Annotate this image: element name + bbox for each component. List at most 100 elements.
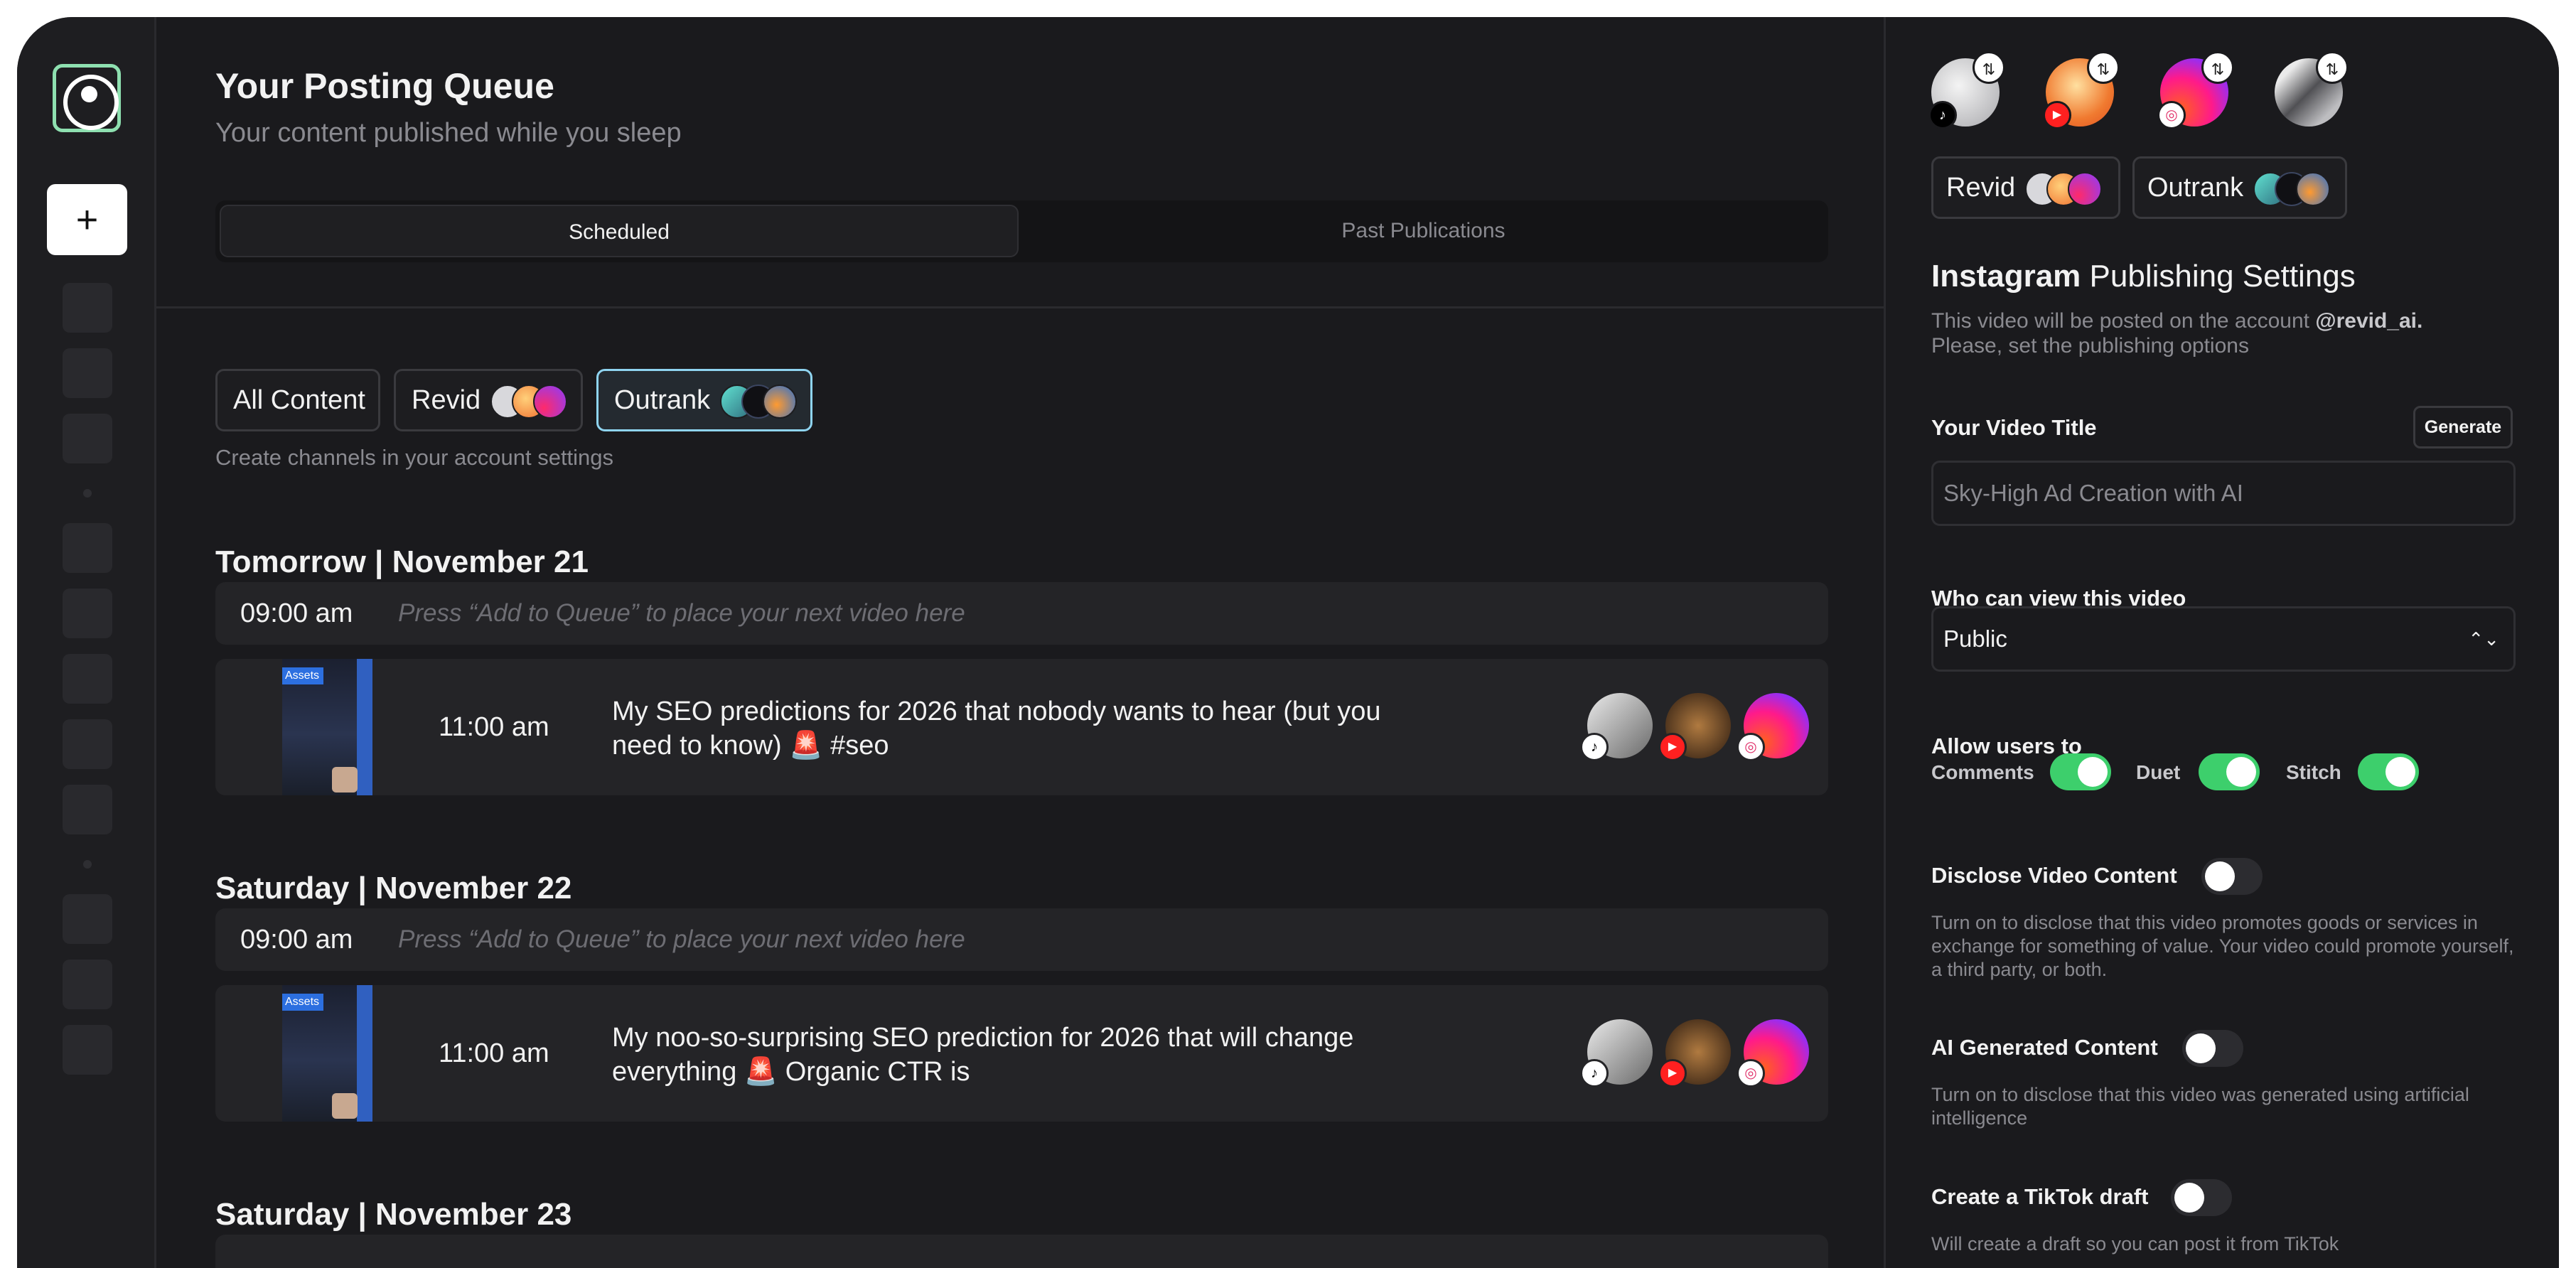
scheduled-post[interactable]: Assets 11:00 am My noo-so-surprising SEO… <box>215 985 1828 1122</box>
generate-button[interactable]: Generate <box>2413 406 2513 448</box>
desc-suffix: Please, set the publishing options <box>1931 334 2249 358</box>
video-thumbnail[interactable]: Assets <box>282 985 372 1122</box>
slot-time: 09:00 am <box>240 598 353 628</box>
thumbnail-tag: Assets <box>282 994 323 1011</box>
day-heading: Saturday | November 23 <box>215 1197 572 1232</box>
sidebar-item[interactable] <box>63 1025 112 1075</box>
post-time: 11:00 am <box>439 1038 549 1068</box>
app-window: + Your Posting Queue Your content publis… <box>17 17 2559 1268</box>
comments-toggle[interactable] <box>2050 753 2111 790</box>
filter-all-content[interactable]: All Content <box>215 369 380 431</box>
sidebar-item[interactable] <box>63 523 112 573</box>
account-handle: @revid_ai. <box>2315 309 2423 333</box>
disclose-description: Turn on to disclose that this video prom… <box>1931 912 2514 980</box>
slot-hint: Press “Add to Queue” to place your next … <box>398 599 965 627</box>
swap-account-icon[interactable]: ⇅ <box>2087 51 2120 84</box>
channel-revid[interactable]: Revid <box>1931 156 2120 219</box>
settings-heading: Instagram Publishing Settings <box>1931 259 2356 294</box>
heading-rest: Publishing Settings <box>2089 259 2356 294</box>
sidebar-item[interactable] <box>63 283 112 333</box>
channels-hint: Create channels in your account settings <box>215 445 614 470</box>
youtube-icon: ▶ <box>1658 1059 1687 1087</box>
tiktok-icon: ♪ <box>1928 101 1957 129</box>
swap-account-icon[interactable]: ⇅ <box>2316 51 2349 84</box>
duet-toggle[interactable] <box>2199 753 2260 790</box>
ai-content-toggle[interactable] <box>2182 1030 2243 1067</box>
tiktok-draft-toggle[interactable] <box>2171 1179 2232 1216</box>
sidebar-item[interactable] <box>63 894 112 944</box>
tiktok-icon: ♪ <box>1580 1059 1609 1087</box>
app-logo-icon[interactable] <box>53 64 121 132</box>
filter-revid[interactable]: Revid <box>394 369 583 431</box>
thumbnail-panel <box>357 659 372 795</box>
slot-time: 09:00 am <box>240 925 353 955</box>
video-title-label: Your Video Title <box>1931 415 2097 440</box>
post-caption: My noo-so-surprising SEO prediction for … <box>612 1023 1354 1087</box>
tab-past-publications[interactable]: Past Publications <box>1023 205 1824 257</box>
settings-description: This video will be posted on the account… <box>1931 308 2528 358</box>
instagram-avatar <box>533 384 568 419</box>
posting-queue-panel: Your Posting Queue Your content publishe… <box>156 17 1884 1268</box>
toggle-knob <box>2078 757 2108 787</box>
tiktok-draft-description: Will create a draft so you can post it f… <box>1931 1233 2339 1254</box>
swap-account-icon[interactable]: ⇅ <box>2201 51 2234 84</box>
disclose-label: Disclose Video Content <box>1931 863 2177 888</box>
youtube-icon: ▶ <box>2043 101 2071 129</box>
channel-label: Outrank <box>2147 173 2244 203</box>
filter-label: Outrank <box>614 385 711 415</box>
empty-queue-slot[interactable]: 09:00 am Press “Add to Queue” to place y… <box>215 908 1828 971</box>
video-thumbnail[interactable]: Assets <box>282 659 372 795</box>
channel-avatars <box>2025 171 2103 206</box>
thumbnail-face <box>332 767 358 793</box>
sidebar-item[interactable] <box>63 654 112 704</box>
instagram-icon: ◎ <box>1737 1059 1765 1087</box>
ai-content-label: AI Generated Content <box>1931 1035 2158 1060</box>
disclose-toggle[interactable] <box>2201 858 2263 895</box>
platform-name: Instagram <box>1931 259 2081 294</box>
channel-outrank[interactable]: Outrank <box>2132 156 2347 219</box>
visibility-select[interactable]: Public ⌃⌄ <box>1931 606 2516 672</box>
queue-tabs: Scheduled Past Publications <box>215 200 1828 262</box>
chevron-up-down-icon: ⌃⌄ <box>2468 628 2499 650</box>
swap-account-icon[interactable]: ⇅ <box>1973 51 2005 84</box>
toggle-knob <box>2186 1033 2216 1063</box>
post-caption: My SEO predictions for 2026 that nobody … <box>612 697 1381 761</box>
instagram-icon: ◎ <box>2157 101 2186 129</box>
sidebar-item[interactable] <box>63 785 112 834</box>
visibility-value: Public <box>1943 625 2007 652</box>
tiktok-icon: ♪ <box>1580 733 1609 761</box>
sidebar-item[interactable] <box>63 348 112 398</box>
channel-avatars <box>720 384 798 419</box>
toggle-knob <box>2205 861 2235 891</box>
filter-label: Revid <box>412 385 481 415</box>
youtube-icon: ▶ <box>1658 733 1687 761</box>
queue-header: Your Posting Queue Your content publishe… <box>156 17 1884 308</box>
sidebar-item[interactable] <box>63 589 112 638</box>
instagram-avatar <box>2068 171 2103 206</box>
thumbnail-face <box>332 1093 358 1119</box>
sidebar-separator <box>83 489 92 498</box>
filter-outrank[interactable]: Outrank <box>596 369 812 431</box>
thumbnail-panel <box>357 985 372 1122</box>
channel-avatars <box>490 384 569 419</box>
toggle-knob <box>2226 757 2256 787</box>
tab-scheduled[interactable]: Scheduled <box>220 205 1019 257</box>
toggle-knob <box>2386 757 2415 787</box>
toggle-knob <box>2174 1183 2204 1213</box>
sidebar-item[interactable] <box>63 960 112 1009</box>
tiktok-draft-label: Create a TikTok draft <box>1931 1184 2149 1209</box>
sidebar-separator <box>83 860 92 869</box>
instagram-icon: ◎ <box>1737 733 1765 761</box>
page-title: Your Posting Queue <box>215 66 554 106</box>
publishing-settings-panel: ♪ ⇅ ▶ ⇅ ◎ ⇅ ⇅ Revid Outrank Instagram Pu… <box>1884 17 2559 1268</box>
thumbnail-tag: Assets <box>282 667 323 684</box>
scheduled-post[interactable]: Assets 11:00 am My SEO predictions for 2… <box>215 659 1828 795</box>
empty-queue-slot[interactable]: 09:00 am Press “Add to Queue” to place y… <box>215 582 1828 645</box>
channel-avatar <box>2296 171 2331 206</box>
new-post-button[interactable]: + <box>47 184 127 255</box>
video-title-input[interactable]: Sky-High Ad Creation with AI <box>1931 461 2516 526</box>
stitch-toggle[interactable] <box>2358 753 2419 790</box>
desc-prefix: This video will be posted on the account <box>1931 309 2309 333</box>
sidebar-item[interactable] <box>63 414 112 463</box>
sidebar-item[interactable] <box>63 719 112 769</box>
